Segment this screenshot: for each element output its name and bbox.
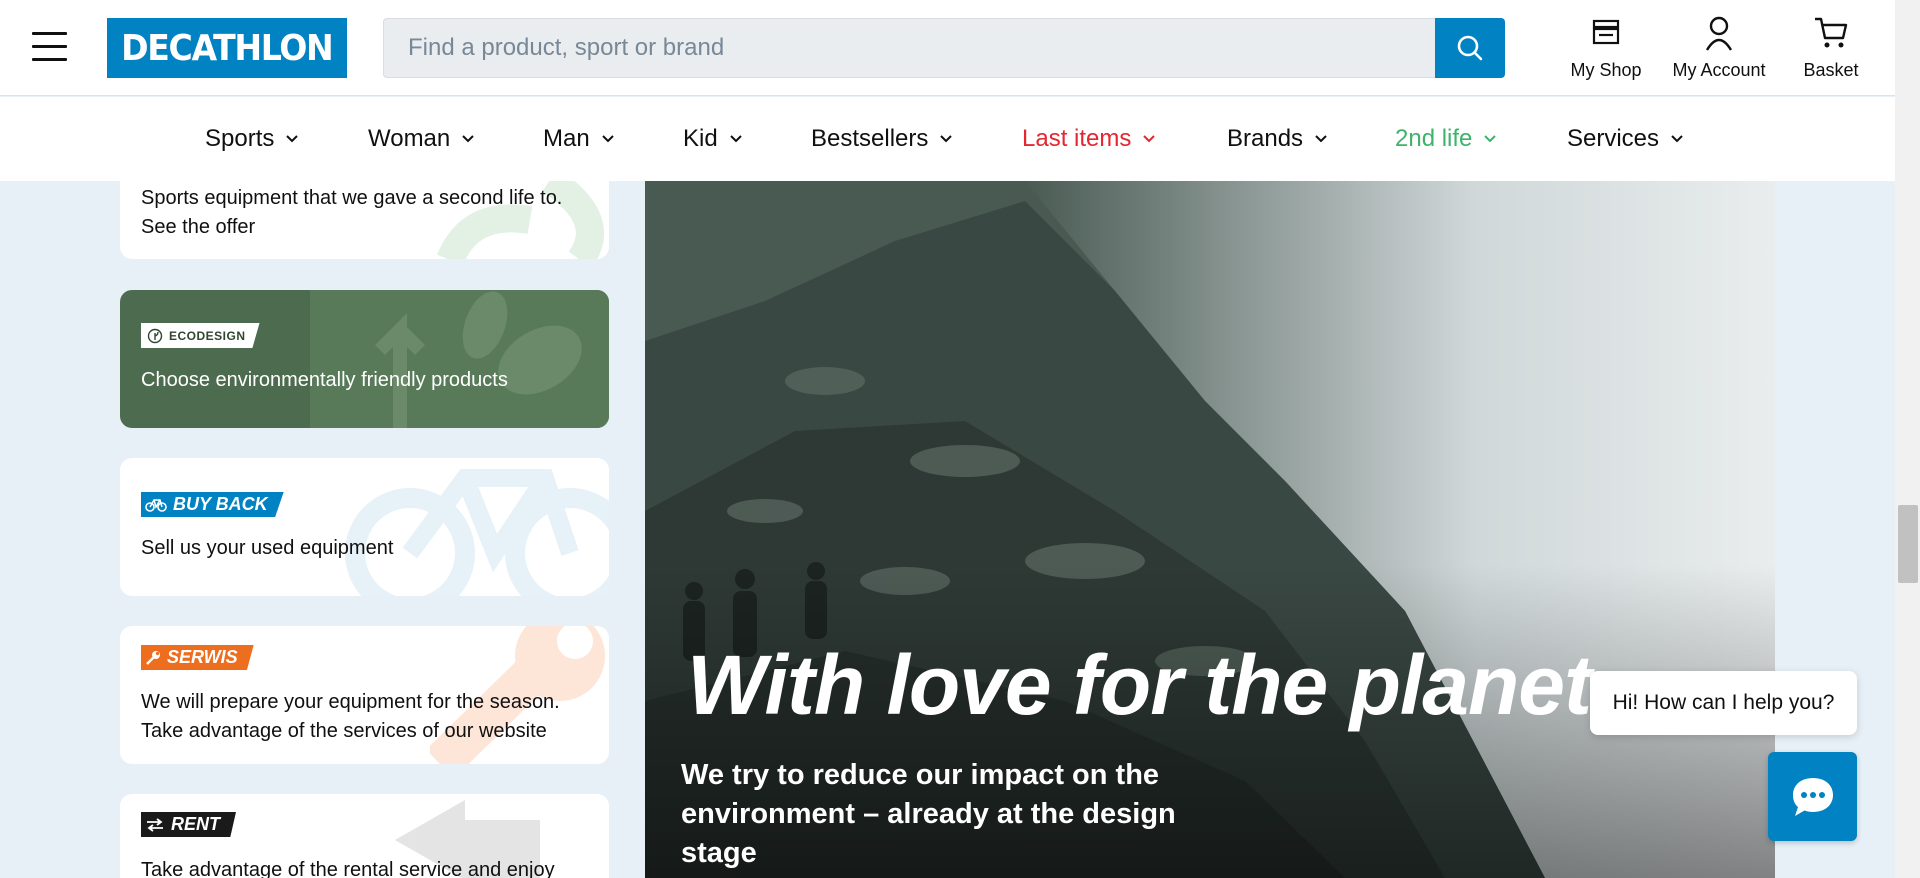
my-account-label: My Account <box>1672 60 1766 80</box>
buy-back-text: Sell us your used equipment <box>141 537 394 559</box>
rent-tag: RENT <box>141 812 236 837</box>
nav-item-last-items[interactable]: Last items <box>1022 125 1156 153</box>
see-offer-link[interactable]: See the offer <box>141 213 255 242</box>
ecodesign-card[interactable]: ECODESIGN Choose environmentally friendl… <box>120 290 609 428</box>
page-scrollbar[interactable] <box>1895 0 1920 878</box>
chat-greeting-bubble[interactable]: Hi! How can I help you? <box>1590 671 1857 735</box>
search-button[interactable] <box>1435 18 1505 78</box>
serwis-card[interactable]: SERWIS We will prepare your equipment fo… <box>120 626 609 764</box>
basket-label: Basket <box>1803 60 1859 80</box>
second-life-line1: Sports equipment that we gave a second l… <box>141 187 563 209</box>
bicycle-icon <box>145 498 167 512</box>
search-icon <box>1457 35 1483 61</box>
bicycle-decoration-icon <box>345 469 609 596</box>
serwis-line1: We will prepare your equipment for the s… <box>141 691 560 713</box>
chevron-down-icon <box>729 135 742 143</box>
hamburger-menu-icon[interactable] <box>32 30 67 64</box>
nav-item-sports[interactable]: Sports <box>205 125 299 153</box>
shop-icon <box>1592 19 1620 45</box>
nav-item-services[interactable]: Services <box>1567 125 1683 153</box>
buy-back-tag: BUY BACK <box>141 492 284 517</box>
nav-item-bestsellers[interactable]: Bestsellers <box>811 125 953 153</box>
logo-text: DECATHLON <box>121 27 334 69</box>
chevron-down-icon <box>940 135 953 143</box>
scrollbar-thumb[interactable] <box>1898 505 1918 583</box>
chevron-down-icon <box>1143 135 1156 143</box>
swap-arrows-icon <box>147 817 163 832</box>
chevron-down-icon <box>601 135 614 143</box>
main-navigation: Sports Woman Man Kid Bestsellers Last it… <box>0 97 1895 181</box>
nav-label: Bestsellers <box>811 125 929 152</box>
chevron-down-icon <box>286 135 299 143</box>
hero-subtitle: We try to reduce our impact on the envir… <box>681 759 1176 869</box>
leaf-arrow-decoration-icon <box>310 290 609 428</box>
hero-title: With love for the planet <box>687 638 1592 732</box>
nav-label: Sports <box>205 125 275 152</box>
my-account-link[interactable]: My Account <box>1669 14 1769 81</box>
my-shop-link[interactable]: My Shop <box>1570 14 1642 81</box>
nav-label: Kid <box>683 125 718 152</box>
serwis-tag-label: SERWIS <box>167 647 238 667</box>
account-icon <box>1705 16 1733 51</box>
chat-icon <box>1792 777 1833 816</box>
nav-label: Last items <box>1022 125 1132 152</box>
serwis-tag: SERWIS <box>141 645 254 670</box>
buy-back-card[interactable]: BUY BACK Sell us your used equipment <box>120 458 609 596</box>
nav-label: Woman <box>368 125 451 152</box>
decathlon-logo[interactable]: DECATHLON <box>107 18 347 78</box>
nav-label: Brands <box>1227 125 1304 152</box>
rent-card[interactable]: RENT Take advantage of the rental servic… <box>120 794 609 878</box>
chevron-down-icon <box>462 135 474 143</box>
nav-item-2nd-life[interactable]: 2nd life <box>1395 125 1497 153</box>
nav-item-kid[interactable]: Kid <box>683 125 742 153</box>
nav-item-woman[interactable]: Woman <box>368 125 474 153</box>
chevron-down-icon <box>1315 135 1327 143</box>
ecodesign-tag-label: ECODESIGN <box>169 328 246 343</box>
site-header: DECATHLON My Shop My Account Basket <box>0 0 1895 96</box>
wrench-icon <box>146 650 160 665</box>
ecodesign-tag: ECODESIGN <box>141 323 260 348</box>
chevron-down-icon <box>1671 135 1683 143</box>
chat-button[interactable] <box>1768 752 1857 841</box>
rent-text: Take advantage of the rental service and… <box>141 859 555 878</box>
ecodesign-leaf-icon <box>147 328 163 343</box>
buy-back-tag-label: BUY BACK <box>173 494 268 514</box>
ecodesign-text: Choose environmentally friendly products <box>141 369 508 391</box>
serwis-line2: Take advantage of the services of our we… <box>141 720 547 742</box>
search-input[interactable] <box>383 18 1435 78</box>
my-shop-label: My Shop <box>1570 60 1642 80</box>
basket-link[interactable]: Basket <box>1800 14 1862 81</box>
rent-tag-label: RENT <box>171 814 220 834</box>
chevron-down-icon <box>1484 135 1497 143</box>
chat-greeting-text: Hi! How can I help you? <box>1612 691 1835 714</box>
nav-label: Services <box>1567 125 1660 152</box>
nav-label: Man <box>543 125 590 152</box>
nav-label: 2nd life <box>1395 125 1473 152</box>
basket-icon <box>1815 17 1848 48</box>
nav-item-brands[interactable]: Brands <box>1227 125 1327 153</box>
hero-banner[interactable]: With love for the planet We try to reduc… <box>645 181 1775 878</box>
nav-item-man[interactable]: Man <box>543 125 614 153</box>
